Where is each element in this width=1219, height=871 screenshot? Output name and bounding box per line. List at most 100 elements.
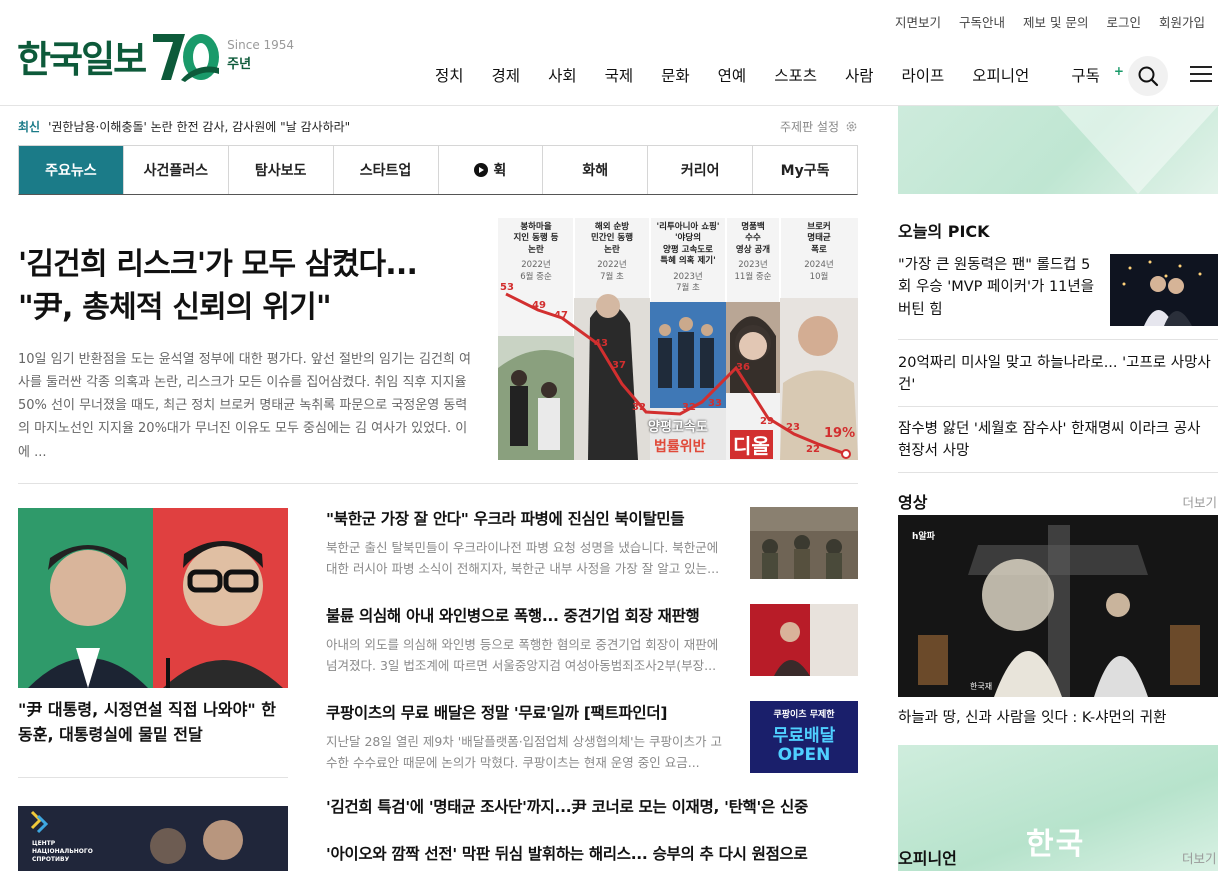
tab-investigative[interactable]: 탐사보도	[229, 146, 334, 194]
topic-settings-button[interactable]: 주제판 설정	[780, 118, 858, 135]
lead-infographic[interactable]: 봉하마을 지인 동행 등 논란 2022년 6월 중순 해외 순방 민간인 동행…	[498, 218, 858, 460]
article-thumbnail[interactable]	[750, 604, 858, 676]
pick-item[interactable]: "가장 큰 원동력은 팬" 롤드컵 5회 우승 'MVP 페이커'가 11년을 …	[898, 254, 1103, 321]
infographic-value: 49	[532, 300, 546, 311]
util-link-report[interactable]: 제보 및 문의	[1023, 12, 1088, 31]
play-icon	[474, 163, 489, 177]
topic-tabs: 주요뉴스 사건플러스 탐사보도 스타트업 휙 화해 커리어 My구독	[18, 145, 858, 195]
video-player-thumbnail[interactable]: h알파 한국재	[898, 515, 1218, 697]
secondary-headline[interactable]: "尹 대통령, 시정연설 직접 나와야" 한동훈, 대통령실에 물밑 전달	[18, 698, 288, 748]
ukraine-center-photo[interactable]: ЦЕНТР НАЦІОНАЛЬНОГО СПРОТИВУ	[18, 806, 288, 871]
infographic-col-3: '리투아니아 쇼핑' '야당의 양평 고속도로 특혜 의혹 제기' 2023년 …	[656, 222, 720, 294]
infographic-col-2: 해외 순방 민간인 동행 논란 2022년 7월 초	[590, 222, 634, 282]
list-divider	[898, 472, 1218, 473]
nav-society[interactable]: 사회	[534, 64, 591, 86]
lead-summary[interactable]: 10일 임기 반환점을 도는 윤석열 정부에 대한 평가다. 앞선 절반의 임기…	[18, 348, 476, 464]
infographic-value: 53	[500, 282, 514, 293]
infographic-overlay: 양평고속도	[648, 420, 708, 435]
util-link-login[interactable]: 로그인	[1106, 12, 1141, 31]
article-summary: 아내의 외도를 의심해 와인병 등으로 폭행한 혐의로 중견기업 회장이 재판에…	[326, 637, 719, 674]
nav-sports[interactable]: 스포츠	[760, 64, 831, 86]
section-divider	[18, 483, 858, 484]
infographic-value: 33	[708, 398, 722, 409]
list-divider	[898, 406, 1218, 407]
article-thumbnail[interactable]: 쿠팡이츠 무제한 무료배달 OPEN	[750, 701, 858, 773]
tab-reconcile[interactable]: 화해	[543, 146, 649, 194]
infographic-value: 29	[760, 416, 774, 427]
site-logo[interactable]: 한국일보 Since 1954 주년	[17, 26, 294, 86]
tab-incident-plus[interactable]: 사건플러스	[124, 146, 229, 194]
headline-link[interactable]: '아이오와 깜짝 선전' 막판 뒤심 발휘하는 해리스... 승부의 추 다시 …	[326, 842, 808, 864]
nav-entertainment[interactable]: 연예	[704, 64, 761, 86]
infographic-col-1: 봉하마을 지인 동행 등 논란 2022년 6월 중순	[513, 222, 559, 282]
infographic-value: 37	[612, 360, 626, 371]
nav-politics[interactable]: 정치	[421, 64, 478, 86]
article-summary: 지난달 28일 열린 제9차 '배달플랫폼·입점업체 상생협의체'는 쿠팡이츠가…	[326, 734, 723, 771]
anniversary-70-emblem	[151, 28, 221, 84]
article-item[interactable]: 쿠팡이츠의 무료 배달은 정말 '무료'일까 [팩트파인더] 지난달 28일 열…	[326, 701, 858, 774]
todays-pick-title: 오늘의 PICK	[898, 222, 990, 241]
nav-life[interactable]: 라이프	[888, 64, 959, 86]
list-divider	[898, 339, 1218, 340]
ukraine-center-caption: ЦЕНТР НАЦІОНАЛЬНОГО СПРОТИВУ	[32, 840, 93, 863]
site-header: 지면보기 구독안내 제보 및 문의 로그인 회원가입 한국일보 Since 19…	[0, 0, 1219, 106]
nav-subscribe[interactable]: 구독 +	[1043, 64, 1138, 86]
infographic-value: 47	[554, 310, 568, 321]
logo-since: Since 1954 주년	[227, 38, 295, 73]
util-link-paper[interactable]: 지면보기	[895, 12, 941, 31]
util-link-subscribe-guide[interactable]: 구독안내	[959, 12, 1005, 31]
hamburger-menu-button[interactable]	[1190, 66, 1212, 84]
util-link-signup[interactable]: 회원가입	[1159, 12, 1205, 31]
search-icon	[1138, 66, 1159, 87]
tab-career[interactable]: 커리어	[648, 146, 754, 194]
nav-economy[interactable]: 경제	[478, 64, 535, 86]
logo-wordmark: 한국일보	[17, 38, 147, 81]
ticker-headline[interactable]: '권한남용·이해충돌' 논란 한전 감사, 감사원에 "날 감사하라"	[48, 118, 350, 135]
nav-opinion[interactable]: 오피니언	[958, 64, 1043, 86]
video-caption[interactable]: 하늘과 땅, 신과 사람을 잇다 : K-샤먼의 귀환	[898, 706, 1166, 727]
infographic-value: 32	[632, 402, 646, 413]
infographic-value: 22	[806, 444, 820, 455]
tab-my-subscription[interactable]: My구독	[753, 146, 857, 194]
pick-item[interactable]: 20억짜리 미사일 맞고 하늘나라로... '고프로 사망사건'	[898, 352, 1218, 397]
video-more-link[interactable]: 더보기	[1182, 492, 1217, 511]
infographic-value: 43	[594, 338, 608, 349]
menu-icon	[1190, 66, 1212, 68]
pick-thumbnail[interactable]	[1110, 254, 1218, 326]
ad-brand-text: 한국	[1026, 827, 1086, 862]
search-button[interactable]	[1128, 56, 1168, 96]
pick-item[interactable]: 잠수병 앓던 '세월호 잠수사' 한재명씨 이라크 공사 현장서 사망	[898, 418, 1218, 463]
infographic-value: 36	[736, 362, 750, 373]
article-thumbnail[interactable]	[750, 507, 858, 579]
gear-icon	[846, 121, 857, 132]
tab-hwik[interactable]: 휙	[439, 146, 544, 194]
article-item[interactable]: 불륜 의심해 아내 와인병으로 폭행... 중견기업 회장 재판행 아내의 외도…	[326, 604, 858, 677]
video-channel-logo: 한국재	[970, 682, 993, 691]
nav-international[interactable]: 국제	[591, 64, 648, 86]
nav-people[interactable]: 사람	[831, 64, 888, 86]
article-summary: 북한군 출신 탈북민들이 우크라이나전 파병 요청 성명을 냈습니다. 북한군에…	[326, 540, 720, 577]
main-navigation: 정치 경제 사회 국제 문화 연예 스포츠 사람 라이프 오피니언 구독 +	[421, 64, 1138, 86]
video-watermark: h알파	[912, 532, 935, 542]
utility-links: 지면보기 구독안내 제보 및 문의 로그인 회원가입	[895, 12, 1205, 31]
ticker-label: 최신	[18, 120, 41, 134]
headline-link[interactable]: '김건희 특검'에 '명태균 조사단'까지...尹 코너로 모는 이재명, '탄…	[326, 795, 808, 817]
infographic-value: 32	[682, 402, 696, 413]
nav-culture[interactable]: 문화	[647, 64, 704, 86]
infographic-overlay: 법률위반	[654, 439, 706, 455]
breaking-news-ticker: 최신 '권한남용·이해충돌' 논란 한전 감사, 감사원에 "날 감사하라" 주…	[18, 118, 858, 135]
tab-main-news[interactable]: 주요뉴스	[19, 146, 124, 194]
lead-headline[interactable]: '김건희 리스크'가 모두 삼켰다... "尹, 총체적 신뢰의 위기"	[18, 244, 488, 329]
opinion-more-link[interactable]: 더보기	[1182, 848, 1217, 867]
infographic-col-4: 명품백 수수 영상 공개 2023년 11월 중순	[734, 222, 772, 282]
tab-startup[interactable]: 스타트업	[334, 146, 439, 194]
plus-icon: +	[1113, 64, 1124, 78]
article-item[interactable]: "북한군 가장 잘 안다" 우크라 파병에 진심인 북이탈민들 북한군 출신 탈…	[326, 507, 858, 580]
column-divider	[18, 777, 288, 778]
infographic-col-5: 브로커 명태균 폭로 2024년 10월	[804, 222, 834, 282]
infographic-value: 23	[786, 422, 800, 433]
video-section-title: 영상	[898, 493, 928, 512]
politicians-photo[interactable]	[18, 508, 288, 688]
infographic-value: 19%	[824, 426, 856, 441]
ad-banner[interactable]	[898, 106, 1218, 194]
